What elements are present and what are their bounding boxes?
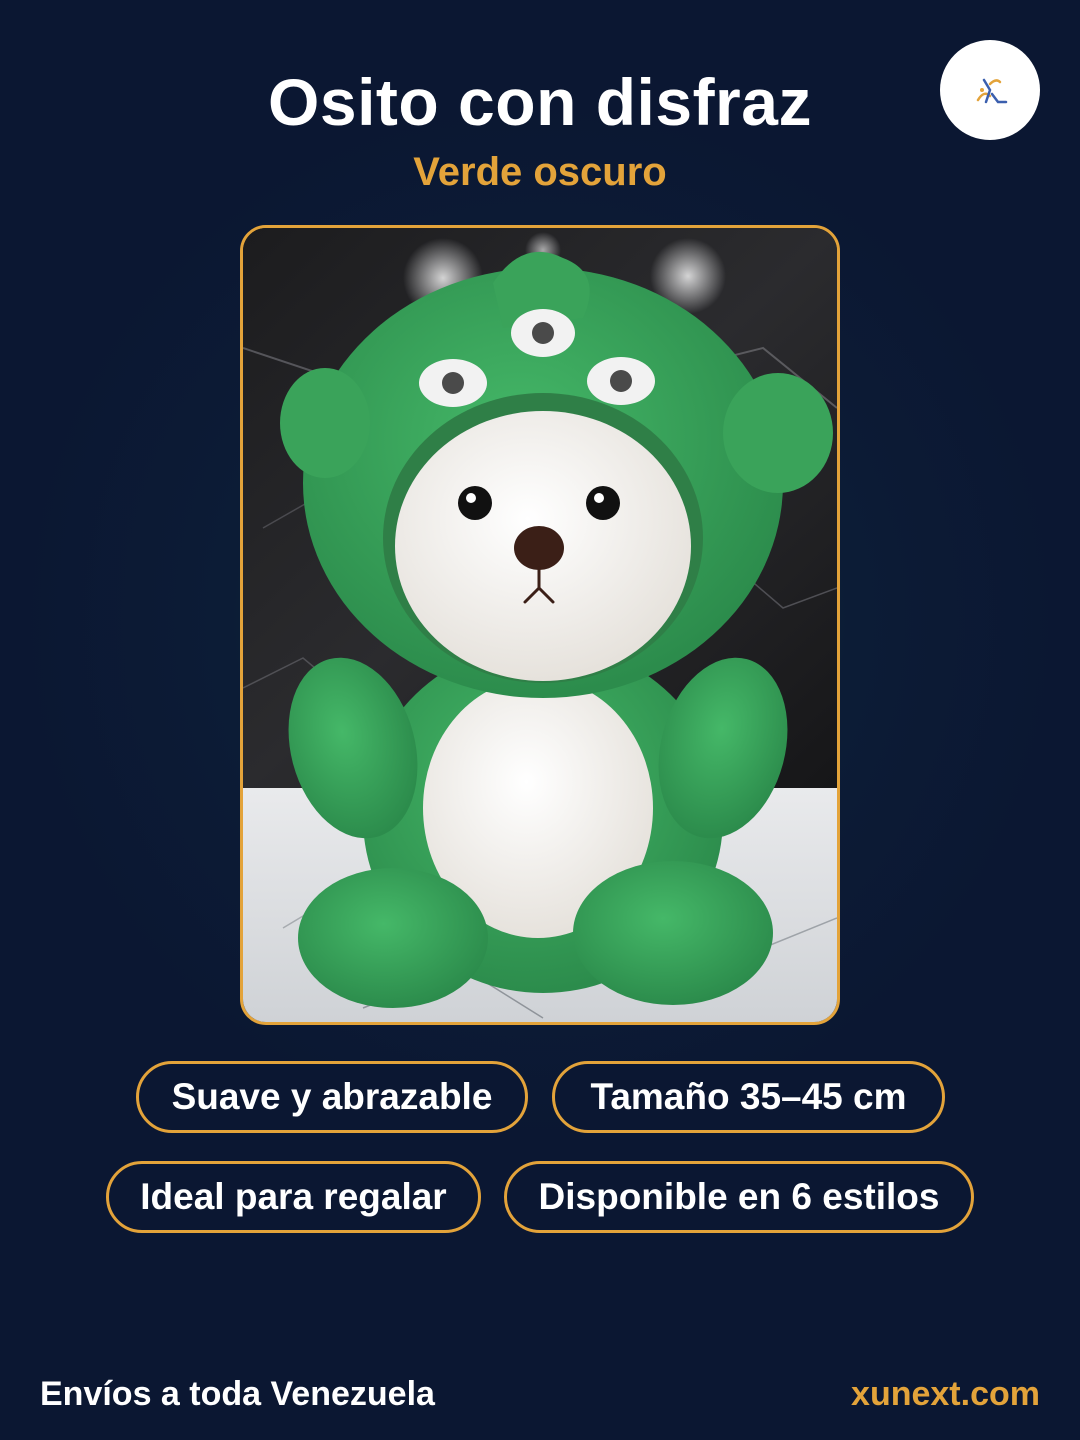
feature-pill-size: Tamaño 35–45 cm [552, 1061, 945, 1133]
product-variant: Verde oscuro [413, 150, 667, 194]
product-title: Osito con disfraz [268, 65, 812, 139]
feature-pill-styles: Disponible en 6 estilos [504, 1161, 974, 1233]
website-link[interactable]: xunext.com [851, 1372, 1040, 1416]
feature-pill-gift: Ideal para regalar [106, 1161, 481, 1233]
product-photo [240, 225, 840, 1025]
feature-pill-soft: Suave y abrazable [136, 1061, 528, 1133]
brand-logo-icon [940, 40, 1040, 140]
shipping-note: Envíos a toda Venezuela [40, 1375, 435, 1413]
product-card: Osito con disfraz Verde oscuro Suave y a… [0, 0, 1080, 1440]
